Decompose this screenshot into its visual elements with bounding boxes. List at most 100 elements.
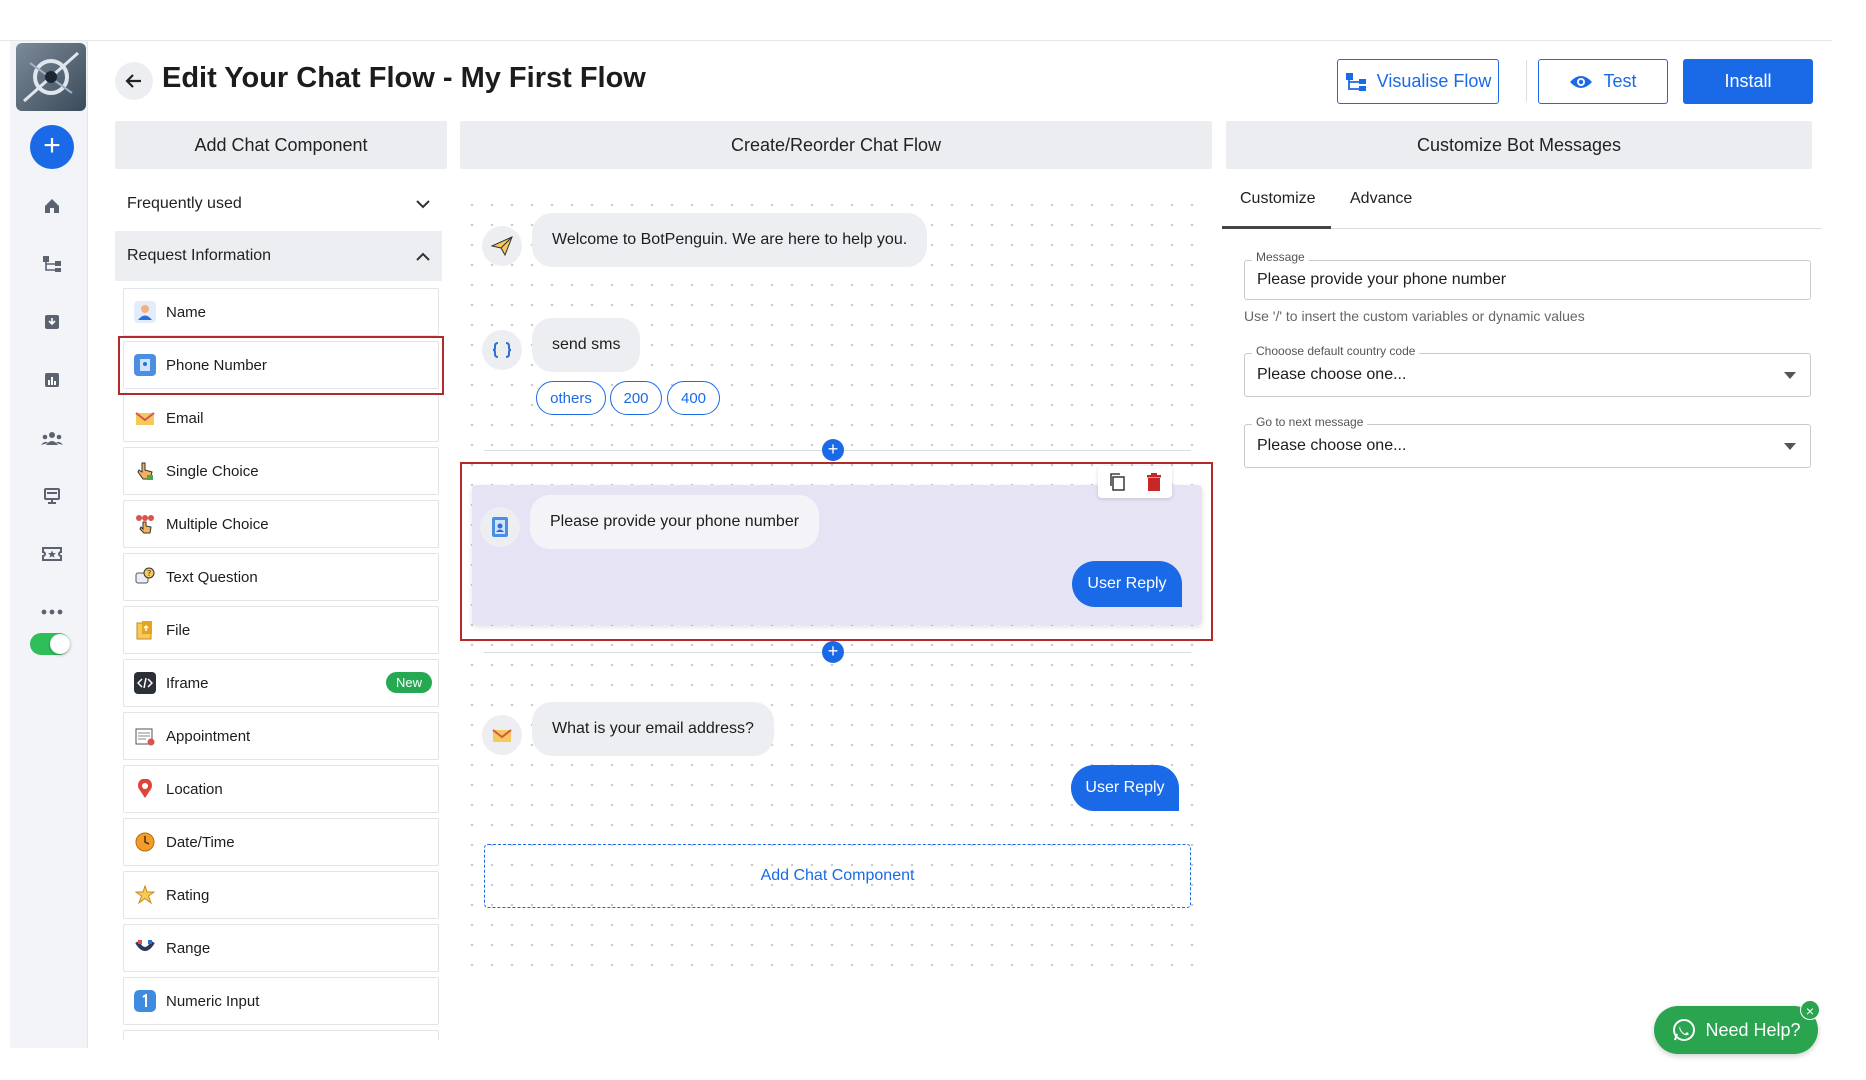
bot-status-toggle[interactable] — [30, 633, 70, 655]
dashboard-icon[interactable] — [37, 481, 67, 511]
need-help-button[interactable]: Need Help? — [1654, 1006, 1818, 1054]
country-code-select[interactable]: Please choose one... — [1244, 353, 1811, 397]
send-message-avatar — [482, 226, 522, 266]
back-button[interactable] — [115, 62, 153, 100]
trash-icon[interactable] — [1146, 472, 1162, 492]
users-icon[interactable] — [37, 423, 67, 453]
component-text-question[interactable]: ? Text Question — [123, 553, 439, 601]
component-date-time[interactable]: Date/Time — [123, 818, 439, 866]
component-label: Single Choice — [166, 462, 259, 480]
component-label: Rating — [166, 886, 210, 904]
next-message-label: Go to next message — [1252, 415, 1368, 429]
dropdown-caret-icon — [1784, 372, 1796, 379]
email-question-bubble[interactable]: What is your email address? — [532, 702, 774, 756]
page-title: Edit Your Chat Flow - My First Flow — [162, 62, 646, 94]
response-chip-others[interactable]: others — [536, 381, 606, 415]
step-toolbar — [1098, 466, 1172, 498]
multi-choice-icon — [134, 513, 156, 535]
message-field[interactable]: Please provide your phone number — [1244, 260, 1811, 300]
component-file[interactable]: File — [123, 606, 439, 654]
component-single-choice[interactable]: Single Choice — [123, 447, 439, 495]
section-label: Frequently used — [127, 195, 242, 212]
message-hint: Use '/' to insert the custom variables o… — [1244, 308, 1585, 324]
phone-avatar — [480, 507, 520, 547]
api-avatar — [482, 330, 522, 370]
number-one-icon — [134, 990, 156, 1012]
component-label: Text Question — [166, 568, 258, 586]
next-message-select[interactable]: Please choose one... — [1244, 424, 1811, 468]
top-divider — [0, 40, 1832, 41]
response-chip-400[interactable]: 400 — [667, 381, 720, 415]
user-reply-email[interactable]: User Reply — [1071, 765, 1179, 811]
next-message-value: Please choose one... — [1257, 437, 1407, 454]
insert-step-button[interactable]: + — [822, 439, 844, 461]
component-label: Date/Time — [166, 833, 235, 851]
component-next[interactable] — [123, 1030, 439, 1040]
component-range[interactable]: Range — [123, 924, 439, 972]
code-icon — [134, 672, 156, 694]
section-request-information[interactable]: Request Information — [115, 231, 442, 281]
customize-bot-header: Customize Bot Messages — [1226, 121, 1812, 169]
home-icon[interactable] — [37, 191, 67, 221]
add-chat-component-button[interactable]: Add Chat Component — [484, 844, 1191, 908]
location-pin-icon — [134, 778, 156, 800]
question-bubble-icon: ? — [134, 566, 156, 588]
braces-icon — [492, 342, 512, 358]
visualise-flow-label: Visualise Flow — [1376, 71, 1492, 91]
send-sms-bubble[interactable]: send sms — [532, 318, 641, 372]
response-chip-200[interactable]: 200 — [610, 381, 662, 415]
install-button[interactable]: Install — [1683, 59, 1813, 104]
component-location[interactable]: Location — [123, 765, 439, 813]
user-reply-phone[interactable]: User Reply — [1072, 561, 1182, 607]
tab-customize[interactable]: Customize — [1240, 190, 1316, 208]
component-multiple-choice[interactable]: Multiple Choice — [123, 500, 439, 548]
analytics-icon[interactable] — [37, 365, 67, 395]
flow-icon[interactable] — [37, 249, 67, 279]
component-rating[interactable]: Rating — [123, 871, 439, 919]
add-bot-button[interactable]: + — [30, 125, 74, 169]
tab-advance[interactable]: Advance — [1350, 190, 1412, 208]
new-badge: New — [385, 672, 432, 693]
ticket-icon[interactable] — [37, 539, 67, 569]
section-label: Request Information — [127, 247, 272, 264]
file-icon — [134, 619, 156, 641]
component-label: Email — [166, 409, 204, 427]
envelope-icon — [134, 407, 156, 429]
section-frequently-used[interactable]: Frequently used — [115, 179, 442, 229]
chevron-down-icon — [416, 199, 430, 208]
phone-question-bubble[interactable]: Please provide your phone number — [530, 495, 820, 549]
component-name[interactable]: Name — [123, 288, 439, 336]
message-label: Message — [1252, 250, 1309, 264]
test-button[interactable]: Test — [1538, 59, 1668, 104]
country-code-value: Please choose one... — [1257, 366, 1407, 383]
inbox-icon[interactable] — [37, 307, 67, 337]
flow-diagram-icon — [1345, 72, 1366, 91]
left-rail: + — [10, 41, 88, 1048]
country-code-label: Chooose default country code — [1252, 344, 1420, 358]
arrow-left-icon — [125, 74, 141, 88]
bot-logo[interactable] — [16, 43, 86, 111]
component-label: Phone Number — [166, 356, 267, 374]
component-email[interactable]: Email — [123, 394, 439, 442]
hand-pointer-icon — [134, 460, 156, 482]
component-label: Iframe — [166, 674, 209, 692]
component-label: Range — [166, 939, 211, 957]
component-appointment[interactable]: Appointment — [123, 712, 439, 760]
close-icon[interactable]: × — [1800, 1000, 1820, 1020]
insert-step-button[interactable]: + — [822, 641, 844, 663]
chevron-up-icon — [416, 252, 430, 261]
add-chat-component-header: Add Chat Component — [115, 121, 447, 169]
component-phone-number[interactable]: Phone Number — [123, 341, 439, 389]
more-icon[interactable] — [37, 597, 67, 627]
visualise-flow-button[interactable]: Visualise Flow — [1337, 59, 1499, 104]
welcome-bubble[interactable]: Welcome to BotPenguin. We are here to he… — [532, 213, 928, 267]
component-numeric-input[interactable]: Numeric Input — [123, 977, 439, 1025]
range-icon — [134, 937, 156, 959]
whatsapp-icon — [1673, 1019, 1696, 1041]
header-divider — [1526, 60, 1527, 102]
component-label: File — [166, 621, 191, 639]
component-iframe[interactable]: Iframe New — [123, 659, 439, 707]
phone-book-icon — [134, 354, 156, 376]
copy-icon[interactable] — [1108, 472, 1126, 492]
clock-icon — [134, 831, 156, 853]
